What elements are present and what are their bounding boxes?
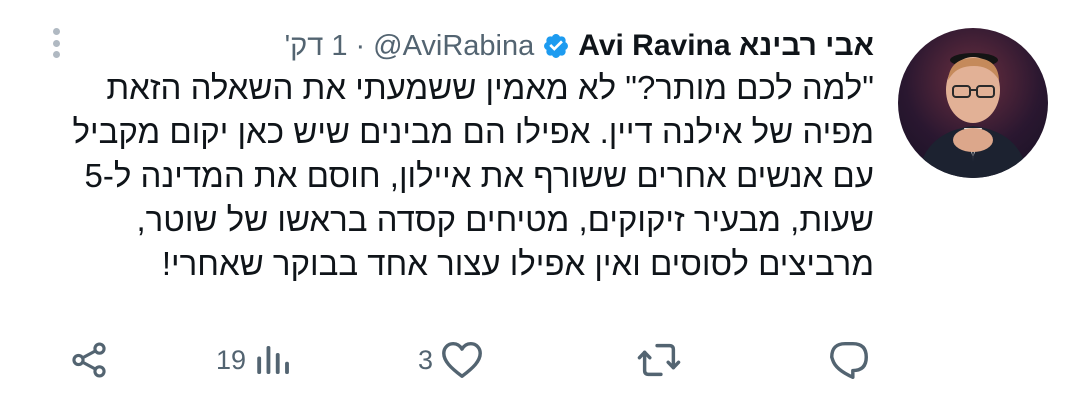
author-handle[interactable]: @AviRabina [373, 30, 534, 63]
more-options-icon[interactable] [42, 28, 70, 58]
like-button[interactable]: 3 [418, 330, 485, 390]
author-name[interactable]: Avi Ravina אבי רבינא [578, 29, 874, 63]
tweet-text-line: "למה לכם מותר?" לא מאמין ששמעתי את השאלה… [106, 69, 874, 106]
avatar-photo [918, 53, 1028, 178]
tweet-text-line: מרביצים לסוסים ואין אפילו עצור אחד בבוקר… [161, 245, 874, 282]
tweet-header: Avi Ravina אבי רבינא @AviRabina · 1 דק' [285, 26, 874, 66]
views-button[interactable]: 19 [216, 330, 294, 390]
tweet-text-line: מפיה של אילנה דיין. אפילו הם מבינים שיש … [72, 113, 874, 150]
views-bar-chart-icon [257, 346, 289, 374]
reply-icon [830, 341, 868, 379]
share-icon [72, 342, 106, 378]
tweet-timestamp[interactable]: 1 דק' [285, 30, 348, 63]
tweet-card[interactable]: Avi Ravina אבי רבינא @AviRabina · 1 דק' … [0, 0, 1080, 408]
author-avatar[interactable] [898, 28, 1048, 178]
views-count: 19 [216, 344, 247, 375]
heart-icon [442, 341, 482, 379]
like-count: 3 [418, 344, 434, 375]
tweet-text-line: עם אנשים אחרים ששורף את איילון, חוסם את … [84, 157, 874, 194]
retweet-button[interactable] [630, 330, 682, 390]
tweet-text-line: שעות, מבעיר זיקוקים, מטיחים קסדה בראשו ש… [136, 201, 874, 238]
separator-dot: · [355, 29, 366, 62]
verified-badge-icon[interactable] [542, 32, 570, 60]
share-button[interactable] [68, 330, 110, 390]
retweet-icon [637, 343, 681, 377]
tweet-text: "למה לכם מותר?" לא מאמין ששמעתי את השאלה… [72, 66, 874, 286]
action-bar: 19 3 [0, 330, 880, 390]
reply-button[interactable] [820, 330, 872, 390]
